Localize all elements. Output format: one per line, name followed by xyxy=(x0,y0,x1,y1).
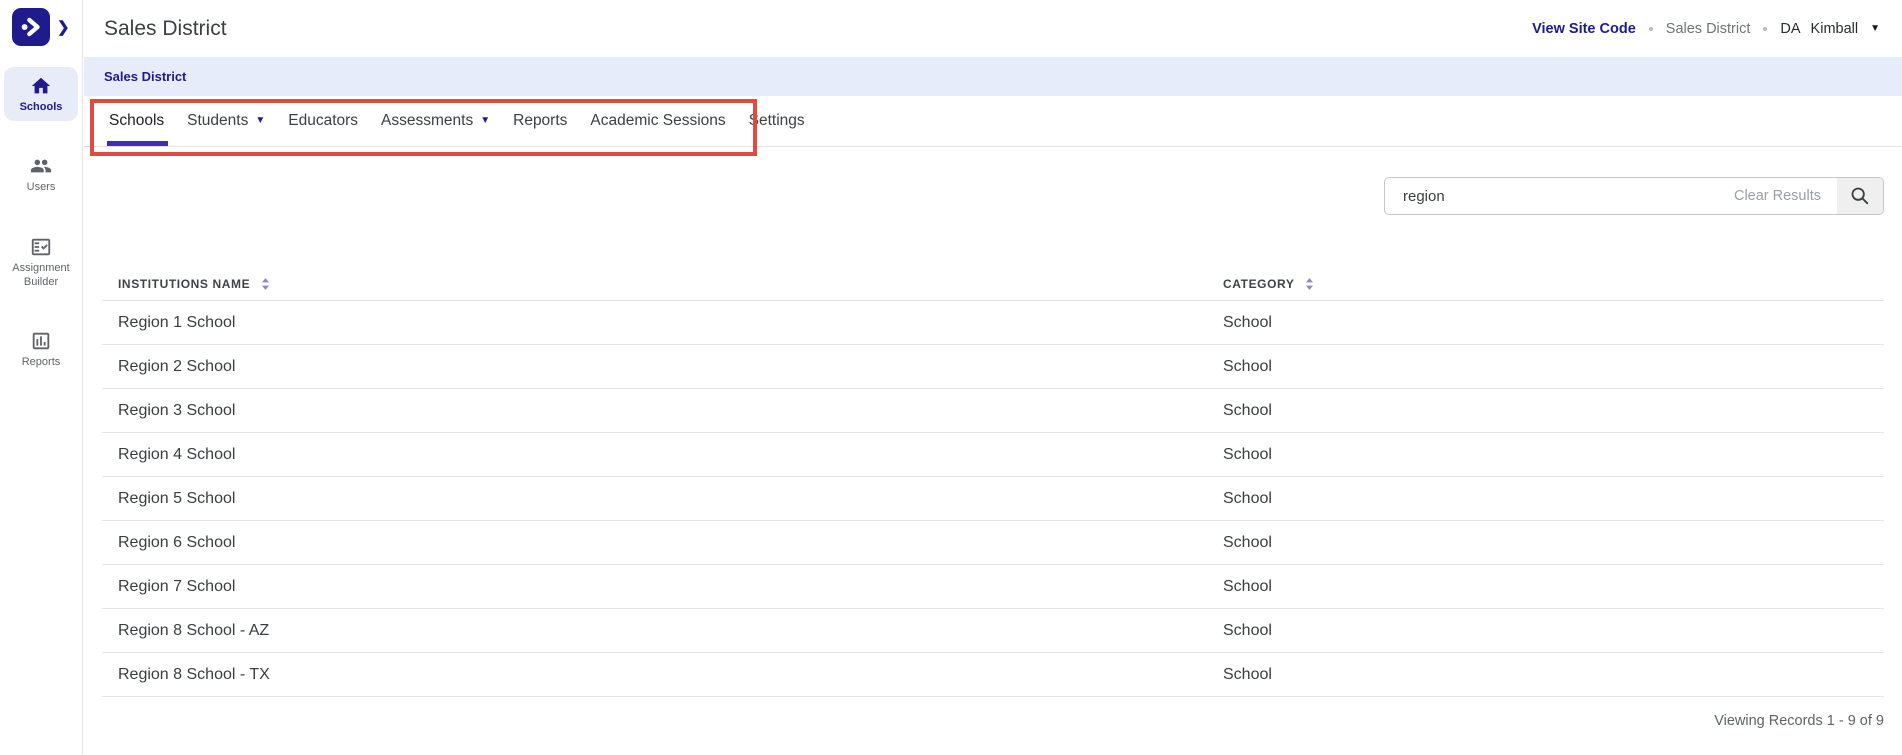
tab[interactable]: Educators xyxy=(288,96,358,146)
separator-dot xyxy=(1649,27,1653,31)
records-count: Viewing Records 1 - 9 of 9 xyxy=(84,713,1884,729)
assignment-icon xyxy=(30,236,52,258)
header-district-name: Sales District xyxy=(1666,21,1751,37)
breadcrumb-bar: Sales District xyxy=(84,57,1902,96)
table-row[interactable]: Region 1 School School xyxy=(102,301,1884,345)
view-site-code-link[interactable]: View Site Code xyxy=(1532,21,1636,37)
institution-name-cell: Region 3 School xyxy=(102,402,1207,420)
table-row[interactable]: Region 8 School - AZ School xyxy=(102,609,1884,653)
tab-label: Schools xyxy=(109,112,164,130)
category-cell: School xyxy=(1207,622,1884,640)
tab-bar: Schools Students ▼ Educators Assessments… xyxy=(84,96,1902,147)
category-cell: School xyxy=(1207,358,1884,376)
category-cell: School xyxy=(1207,490,1884,508)
header-right-cluster: View Site Code Sales District DA Kimball… xyxy=(1532,21,1880,37)
user-menu[interactable]: DA Kimball ▼ xyxy=(1780,21,1880,37)
institution-name-cell: Region 8 School - AZ xyxy=(102,622,1207,640)
main-area: Sales District View Site Code Sales Dist… xyxy=(84,0,1902,729)
tab-label: Reports xyxy=(513,112,567,130)
sidebar-item-schools[interactable]: Schools xyxy=(4,67,78,121)
sidebar-expand-icon[interactable]: ❯ xyxy=(57,20,70,35)
category-cell: School xyxy=(1207,446,1884,464)
sidebar-item-reports[interactable]: Reports xyxy=(4,322,78,376)
sidebar-nav: Schools Users Assignment Builder Reports xyxy=(0,67,82,376)
page-title: Sales District xyxy=(104,17,227,41)
separator-dot xyxy=(1763,27,1767,31)
category-cell: School xyxy=(1207,578,1884,596)
tab[interactable]: Academic Sessions xyxy=(590,96,725,146)
table-row[interactable]: Region 6 School School xyxy=(102,521,1884,565)
institution-name-cell: Region 7 School xyxy=(102,578,1207,596)
search-box: Clear Results xyxy=(1384,177,1884,215)
tab[interactable]: Settings xyxy=(749,96,805,146)
table-body: Region 1 School School Region 2 School S… xyxy=(102,301,1884,697)
table-row[interactable]: Region 4 School School xyxy=(102,433,1884,477)
magnifier-icon xyxy=(1849,185,1871,207)
table-row[interactable]: Region 3 School School xyxy=(102,389,1884,433)
column-header-category[interactable]: CATEGORY xyxy=(1207,277,1884,291)
sort-icon xyxy=(1304,277,1315,291)
table-row[interactable]: Region 7 School School xyxy=(102,565,1884,609)
institution-name-cell: Region 6 School xyxy=(102,534,1207,552)
category-cell: School xyxy=(1207,534,1884,552)
home-icon xyxy=(30,75,52,97)
user-menu-caret-icon: ▼ xyxy=(1870,23,1880,34)
column-header-label: INSTITUTIONS NAME xyxy=(118,277,250,291)
arrow-logo-icon xyxy=(18,14,44,40)
institution-name-cell: Region 5 School xyxy=(102,490,1207,508)
tab-label: Students xyxy=(187,112,248,130)
table-row[interactable]: Region 5 School School xyxy=(102,477,1884,521)
sidebar-item-label: Assignment Builder xyxy=(6,261,76,290)
sidebar-item-label: Reports xyxy=(22,355,61,369)
search-button[interactable] xyxy=(1837,177,1883,215)
institution-name-cell: Region 2 School xyxy=(102,358,1207,376)
institution-name-cell: Region 8 School - TX xyxy=(102,666,1207,684)
breadcrumb[interactable]: Sales District xyxy=(104,69,186,84)
chevron-down-icon: ▼ xyxy=(480,116,490,126)
sidebar-item-assignment-builder[interactable]: Assignment Builder xyxy=(4,228,78,297)
table-row[interactable]: Region 8 School - TX School xyxy=(102,653,1884,697)
column-header-label: CATEGORY xyxy=(1223,277,1294,291)
sidebar-item-users[interactable]: Users xyxy=(4,147,78,201)
chevron-down-icon: ▼ xyxy=(255,116,265,126)
tab[interactable]: Reports xyxy=(513,96,567,146)
top-header: Sales District View Site Code Sales Dist… xyxy=(84,0,1902,57)
institution-name-cell: Region 1 School xyxy=(102,314,1207,332)
column-header-institutions-name[interactable]: INSTITUTIONS NAME xyxy=(102,277,1207,291)
tab-label: Assessments xyxy=(381,112,473,130)
institutions-table: INSTITUTIONS NAME CATEGORY Region 1 Scho… xyxy=(102,267,1884,697)
tab-label: Educators xyxy=(288,112,358,130)
user-name: Kimball xyxy=(1811,21,1859,37)
tab-label: Academic Sessions xyxy=(590,112,725,130)
institution-name-cell: Region 4 School xyxy=(102,446,1207,464)
user-initials: DA xyxy=(1780,21,1800,37)
category-cell: School xyxy=(1207,666,1884,684)
users-icon xyxy=(30,155,52,177)
clear-results-button[interactable]: Clear Results xyxy=(1734,188,1821,204)
tab-label: Settings xyxy=(749,112,805,130)
logo-row: ❯ xyxy=(0,0,82,46)
sidebar: ❯ Schools Users Assignment Builder Repor… xyxy=(0,0,83,755)
tab[interactable]: Schools xyxy=(109,96,164,146)
sidebar-item-label: Users xyxy=(27,180,56,194)
search-input[interactable] xyxy=(1385,178,1726,214)
app-logo xyxy=(12,8,50,46)
tab[interactable]: Students ▼ xyxy=(187,96,265,146)
tab[interactable]: Assessments ▼ xyxy=(381,96,490,146)
category-cell: School xyxy=(1207,314,1884,332)
table-header-row: INSTITUTIONS NAME CATEGORY xyxy=(102,267,1884,301)
table-row[interactable]: Region 2 School School xyxy=(102,345,1884,389)
sidebar-item-label: Schools xyxy=(20,100,63,114)
bar-chart-icon xyxy=(30,330,52,352)
category-cell: School xyxy=(1207,402,1884,420)
search-row: Clear Results xyxy=(84,177,1884,215)
sort-icon xyxy=(260,277,271,291)
